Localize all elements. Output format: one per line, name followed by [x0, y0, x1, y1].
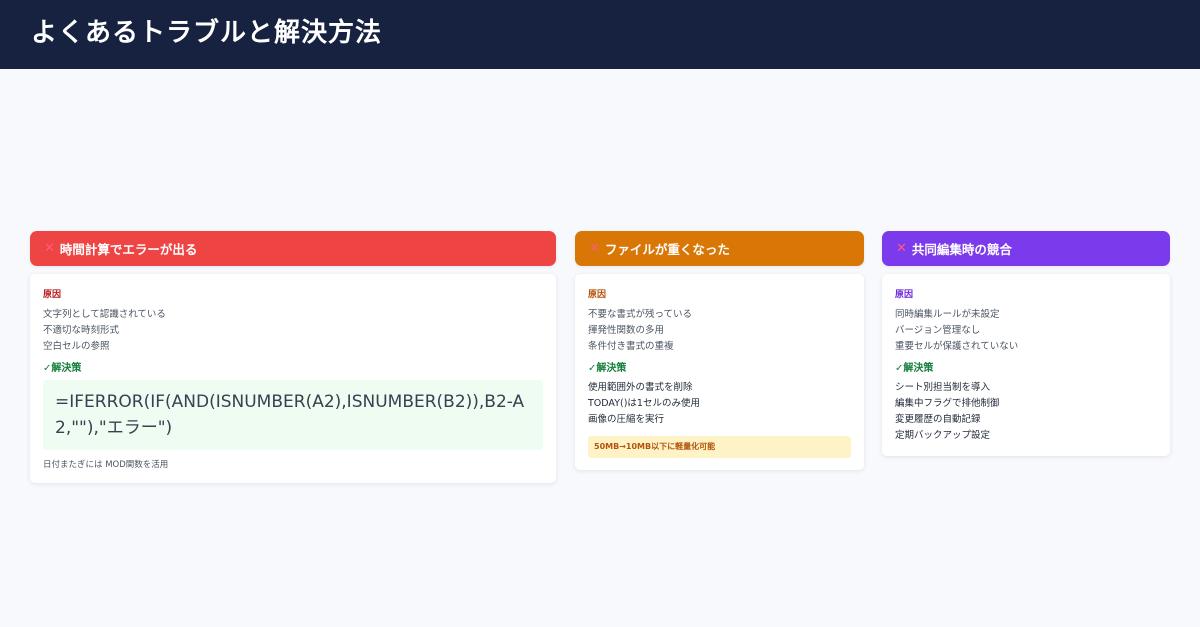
cause-list: 文字列として認識されている 不適切な時刻形式 空白セルの参照: [43, 307, 543, 355]
card-body: 原因 文字列として認識されている 不適切な時刻形式 空白セルの参照 ✓解決策 =…: [30, 274, 556, 483]
solution-item: 変更履歴の自動記録: [895, 414, 981, 425]
cause-item: 不適切な時刻形式: [43, 325, 120, 336]
trouble-card-coedit-conflict: ✕ 共同編集時の競合 原因 同時編集ルールが未設定 バージョン管理なし 重要セル…: [882, 231, 1170, 456]
x-mark-icon: ✕: [589, 241, 600, 256]
x-mark-icon: ✕: [896, 241, 907, 256]
cause-item: バージョン管理なし: [895, 325, 981, 336]
solution-label: ✓解決策: [588, 363, 627, 374]
solution-item: 定期バックアップ設定: [895, 430, 991, 441]
cause-item: 空白セルの参照: [43, 341, 110, 352]
formula-text: =IFERROR(IF(AND(ISNUMBER(A2),ISNUMBER(B2…: [55, 392, 525, 438]
page-title: よくあるトラブルと解決方法: [31, 18, 383, 48]
cause-list: 不要な書式が残っている 揮発性関数の多用 条件付き書式の重複: [588, 307, 851, 355]
cause-list: 同時編集ルールが未設定 バージョン管理なし 重要セルが保護されていない: [895, 307, 1157, 355]
cause-item: 不要な書式が残っている: [588, 309, 693, 320]
cause-label: 原因: [43, 290, 62, 300]
solution-list: シート別担当制を導入 編集中フラグで排他制御 変更履歴の自動記録 定期バックアッ…: [895, 380, 1157, 444]
card-header: ✕ ファイルが重くなった: [575, 231, 864, 266]
x-mark-icon: ✕: [44, 241, 55, 256]
card-header: ✕ 共同編集時の競合: [882, 231, 1170, 266]
formula-box: =IFERROR(IF(AND(ISNUMBER(A2),ISNUMBER(B2…: [43, 380, 543, 450]
cause-item: 同時編集ルールが未設定: [895, 309, 1000, 320]
cause-item: 条件付き書式の重複: [588, 341, 674, 352]
card-title: 共同編集時の競合: [911, 242, 1012, 257]
solution-list: 使用範囲外の書式を削除 TODAY()は1セルのみ使用 画像の圧縮を実行: [588, 380, 851, 428]
solution-item: 使用範囲外の書式を削除: [588, 382, 693, 393]
cause-item: 重要セルが保護されていない: [895, 341, 1019, 352]
solution-item: シート別担当制を導入: [895, 382, 991, 393]
solution-item: 編集中フラグで排他制御: [895, 398, 1000, 409]
card-title: 時間計算でエラーが出る: [59, 242, 198, 257]
cause-label: 原因: [895, 290, 914, 300]
solution-label: ✓解決策: [895, 363, 934, 374]
header-bar: よくあるトラブルと解決方法: [0, 0, 1200, 69]
card-header: ✕ 時間計算でエラーが出る: [30, 231, 556, 266]
note-text: 日付またぎには MOD関数を活用: [43, 460, 169, 470]
cause-item: 揮発性関数の多用: [588, 325, 665, 336]
trouble-card-time-calc: ✕ 時間計算でエラーが出る 原因 文字列として認識されている 不適切な時刻形式 …: [30, 231, 556, 483]
highlight-box: 50MB→10MB以下に軽量化可能: [588, 436, 851, 458]
trouble-card-heavy-file: ✕ ファイルが重くなった 原因 不要な書式が残っている 揮発性関数の多用 条件付…: [575, 231, 864, 470]
cause-item: 文字列として認識されている: [43, 309, 166, 320]
card-body: 原因 不要な書式が残っている 揮発性関数の多用 条件付き書式の重複 ✓解決策 使…: [575, 274, 864, 470]
card-body: 原因 同時編集ルールが未設定 バージョン管理なし 重要セルが保護されていない ✓…: [882, 274, 1170, 456]
cause-label: 原因: [588, 290, 607, 300]
solution-item: TODAY()は1セルのみ使用: [588, 398, 700, 409]
solution-label: ✓解決策: [43, 363, 82, 374]
solution-item: 画像の圧縮を実行: [588, 414, 665, 425]
card-title: ファイルが重くなった: [604, 242, 730, 257]
